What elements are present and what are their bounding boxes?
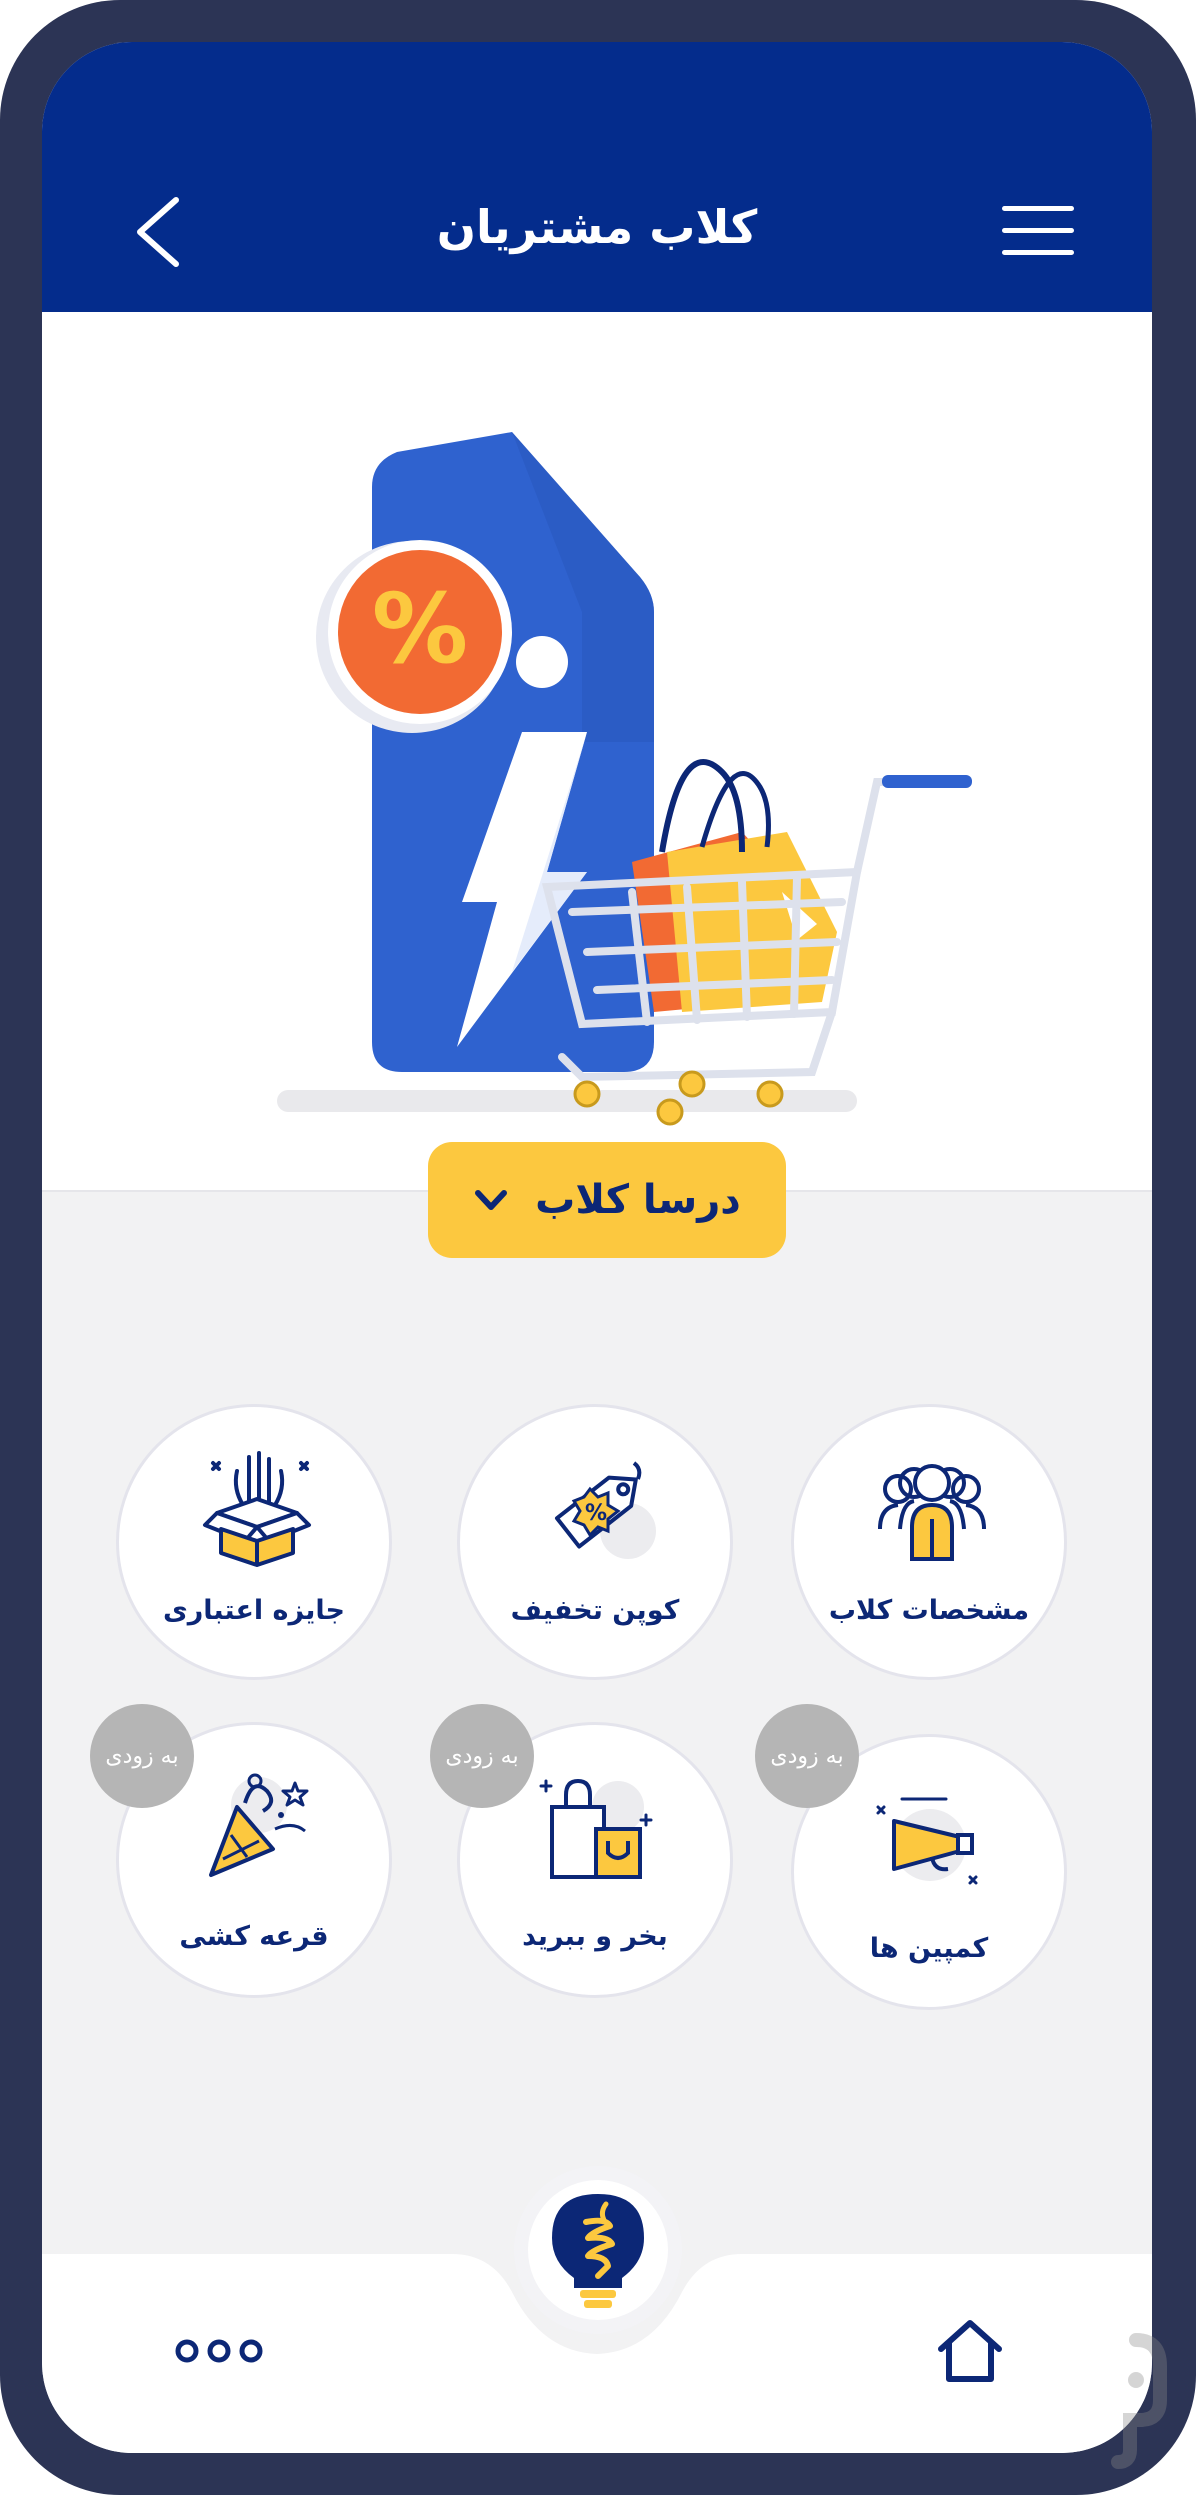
tile-label: قرعه کشی	[179, 1921, 329, 1952]
store-watermark-logo	[1111, 2333, 1167, 2469]
chevron-down-icon	[475, 1190, 508, 1210]
coming-soon-badge: به زودی	[755, 1704, 859, 1808]
shopping-bags-icon	[539, 1778, 653, 1879]
home-icon[interactable]	[935, 2317, 1005, 2383]
credit-prize-tile[interactable]: جایزه اعتباری	[116, 1404, 392, 1680]
discount-percent-badge: %	[372, 573, 468, 685]
center-logo-button[interactable]	[514, 2166, 682, 2334]
hero-banner: %	[42, 312, 1152, 1192]
page-title: کلاب مشتریان	[436, 200, 758, 254]
party-popper-icon	[209, 1773, 309, 1877]
club-info-tile[interactable]: مشخصات کلاب	[791, 1404, 1067, 1680]
svg-text:%: %	[585, 1501, 607, 1526]
tile-label: کمپین ها	[869, 1933, 989, 1964]
tile-label: کوپن تخفیف	[510, 1595, 680, 1626]
tile-label: جایزه اعتباری	[162, 1595, 346, 1626]
more-dots-icon[interactable]	[174, 2338, 264, 2364]
app-screen: کلاب مشتریان % درسا کلاب مشخصات کلاب % ک…	[42, 42, 1152, 2453]
lightbulb-logo-icon	[552, 2194, 644, 2308]
tile-label: بخر و ببرید	[522, 1921, 668, 1952]
coming-soon-badge: به زودی	[90, 1704, 194, 1808]
coupon-tag-icon: %	[554, 1461, 656, 1559]
phone-frame: کلاب مشتریان % درسا کلاب مشخصات کلاب % ک…	[0, 0, 1196, 2495]
coming-soon-badge: به زودی	[430, 1704, 534, 1808]
app-header: کلاب مشتریان	[42, 42, 1152, 312]
hamburger-menu-icon[interactable]	[1002, 206, 1074, 260]
discount-tag-shopping-cart-illustration: %	[277, 432, 972, 1126]
club-selector-label: درسا کلاب	[535, 1177, 741, 1223]
tile-label: مشخصات کلاب	[828, 1595, 1030, 1626]
gift-box-icon	[203, 1451, 311, 1567]
megaphone-icon	[876, 1797, 978, 1885]
discount-coupon-tile[interactable]: % کوپن تخفیف	[457, 1404, 733, 1680]
club-selector-button[interactable]: درسا کلاب	[428, 1142, 786, 1258]
group-people-icon	[878, 1464, 986, 1561]
